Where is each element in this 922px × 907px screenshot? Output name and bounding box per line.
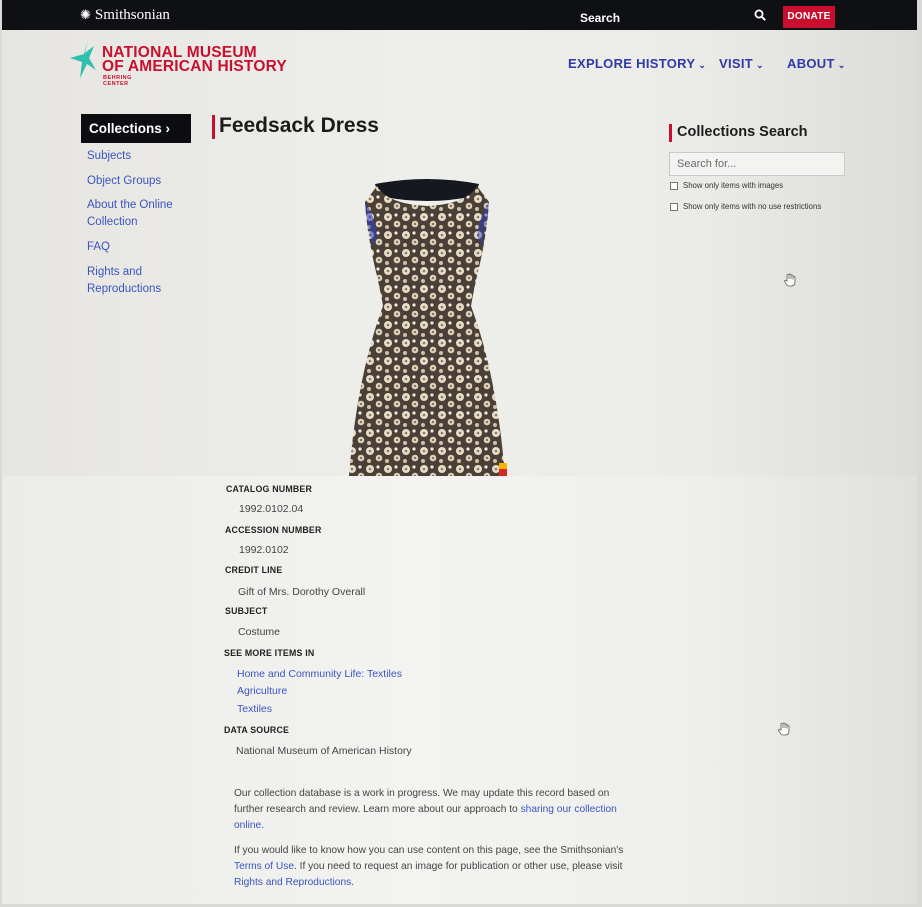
- nav-label: EXPLORE HISTORY: [568, 56, 696, 71]
- note-text: If you would like to know how you can us…: [234, 845, 624, 856]
- browser-screen: ✺ Smithsonian Search DONATE NATIONAL MUSE…: [2, 0, 917, 904]
- nav-about[interactable]: ABOUT ⌄: [787, 56, 846, 71]
- accession-number-label: ACCESSION NUMBER: [225, 525, 322, 535]
- catalog-number-value: 1992.0102.04: [239, 503, 304, 515]
- data-source-value: National Museum of American History: [236, 745, 412, 757]
- collections-search-input[interactable]: [669, 152, 845, 176]
- star-logo-icon: [70, 40, 96, 78]
- chevron-down-icon: ⌄: [756, 60, 764, 70]
- smithsonian-brand: Smithsonian: [94, 7, 170, 23]
- smithsonian-logo[interactable]: ✺ Smithsonian: [80, 7, 170, 24]
- collections-search-accent-bar: [669, 124, 672, 142]
- chevron-down-icon: ⌄: [698, 60, 707, 70]
- no-restrictions-label[interactable]: Show only items with no use restrictions: [683, 202, 821, 211]
- title-accent-bar: [212, 115, 215, 139]
- sidebar-item-about-online-collection[interactable]: About the Online Collection: [87, 197, 197, 231]
- no-restrictions-checkbox[interactable]: [670, 203, 678, 211]
- terms-of-use-note: If you would like to know how you can us…: [234, 843, 634, 891]
- catalog-number-label: CATALOG NUMBER: [226, 484, 313, 494]
- accession-number-value: 1992.0102: [239, 544, 289, 556]
- work-in-progress-note: Our collection database is a work in pro…: [234, 786, 634, 834]
- images-only-checkbox[interactable]: [670, 182, 678, 190]
- top-search-link[interactable]: Search: [580, 11, 620, 25]
- logo-line-2: OF AMERICAN HISTORY: [102, 58, 287, 75]
- subject-value: Costume: [238, 626, 281, 638]
- credit-line-label: CREDIT LINE: [225, 565, 283, 575]
- chevron-down-icon: ⌄: [837, 60, 846, 70]
- search-icon[interactable]: [754, 9, 766, 21]
- hand-cursor-icon: [784, 273, 796, 287]
- note-text: . If you need to request an image for pu…: [294, 861, 623, 872]
- logo-subline: BEHRING CENTER: [103, 75, 132, 87]
- sidebar-item-object-groups[interactable]: Object Groups: [87, 173, 197, 190]
- sidebar-item-faq[interactable]: FAQ: [87, 239, 197, 256]
- nav-label: VISIT: [719, 56, 754, 71]
- nav-visit[interactable]: VISIT ⌄: [719, 56, 764, 71]
- record-details-section: CATALOG NUMBER 1992.0102.04 ACCESSION NU…: [2, 476, 917, 904]
- page-title: Feedsack Dress: [219, 114, 379, 137]
- sidebar-active-label: Collections: [89, 121, 162, 136]
- sidebar-item-subjects[interactable]: Subjects: [87, 148, 197, 165]
- feedsack-dress-image[interactable]: [347, 176, 507, 476]
- smithsonian-topbar: ✺ Smithsonian Search DONATE: [2, 0, 917, 30]
- link-home-community-textiles[interactable]: Home and Community Life: Textiles: [237, 668, 402, 680]
- link-agriculture[interactable]: Agriculture: [237, 685, 287, 697]
- see-more-label: SEE MORE ITEMS IN: [224, 648, 315, 658]
- subject-label: SUBJECT: [225, 606, 268, 616]
- images-only-label[interactable]: Show only items with images: [683, 181, 783, 190]
- chevron-right-icon: ›: [165, 121, 171, 136]
- note-end: .: [261, 820, 265, 831]
- nav-explore-history[interactable]: EXPLORE HISTORY ⌄: [568, 56, 706, 71]
- donate-button[interactable]: DONATE: [783, 6, 835, 28]
- sidebar-item-rights-reproductions[interactable]: Rights and Reproductions: [87, 264, 197, 298]
- data-source-label: DATA SOURCE: [224, 725, 290, 735]
- nav-label: ABOUT: [787, 56, 835, 71]
- collections-search-title: Collections Search: [677, 124, 808, 140]
- sidebar-item-collections[interactable]: Collections ›: [81, 114, 191, 143]
- sunburst-icon: ✺: [80, 7, 91, 22]
- note-end: .: [351, 877, 355, 888]
- rights-reproductions-link[interactable]: Rights and Reproductions: [234, 877, 351, 888]
- hand-cursor-icon: [778, 722, 790, 736]
- credit-line-value: Gift of Mrs. Dorothy Overall: [238, 586, 366, 598]
- link-textiles[interactable]: Textiles: [237, 703, 272, 715]
- terms-of-use-link[interactable]: Terms of Use: [234, 861, 294, 872]
